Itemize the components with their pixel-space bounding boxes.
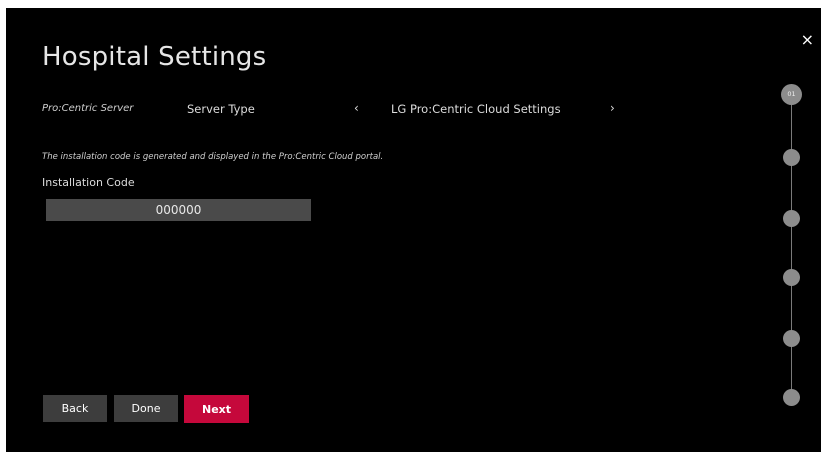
server-type-row: Pro:Centric Server Server Type ‹ LG Pro:… — [6, 101, 706, 119]
done-button[interactable]: Done — [114, 395, 178, 422]
step-indicator — [783, 389, 800, 406]
step-indicator — [783, 269, 800, 286]
chevron-right-icon[interactable]: › — [610, 101, 615, 115]
server-type-value[interactable]: LG Pro:Centric Cloud Settings — [391, 102, 561, 116]
back-button[interactable]: Back — [43, 395, 107, 422]
settings-screen: Hospital Settings × Pro:Centric Server S… — [6, 8, 821, 452]
installation-code-input[interactable] — [46, 199, 311, 221]
server-type-label: Server Type — [187, 102, 255, 116]
installation-code-description: The installation code is generated and d… — [42, 152, 384, 162]
step-indicator-active: 01 — [781, 84, 802, 105]
stepper-line — [791, 94, 792, 401]
step-indicator — [783, 210, 800, 227]
installation-code-label: Installation Code — [42, 176, 135, 189]
chevron-left-icon[interactable]: ‹ — [354, 101, 359, 115]
step-indicator — [783, 330, 800, 347]
page-title: Hospital Settings — [42, 42, 267, 72]
step-indicator — [783, 149, 800, 166]
next-button[interactable]: Next — [184, 395, 249, 423]
section-label: Pro:Centric Server — [42, 103, 134, 114]
close-icon[interactable]: × — [801, 32, 814, 48]
